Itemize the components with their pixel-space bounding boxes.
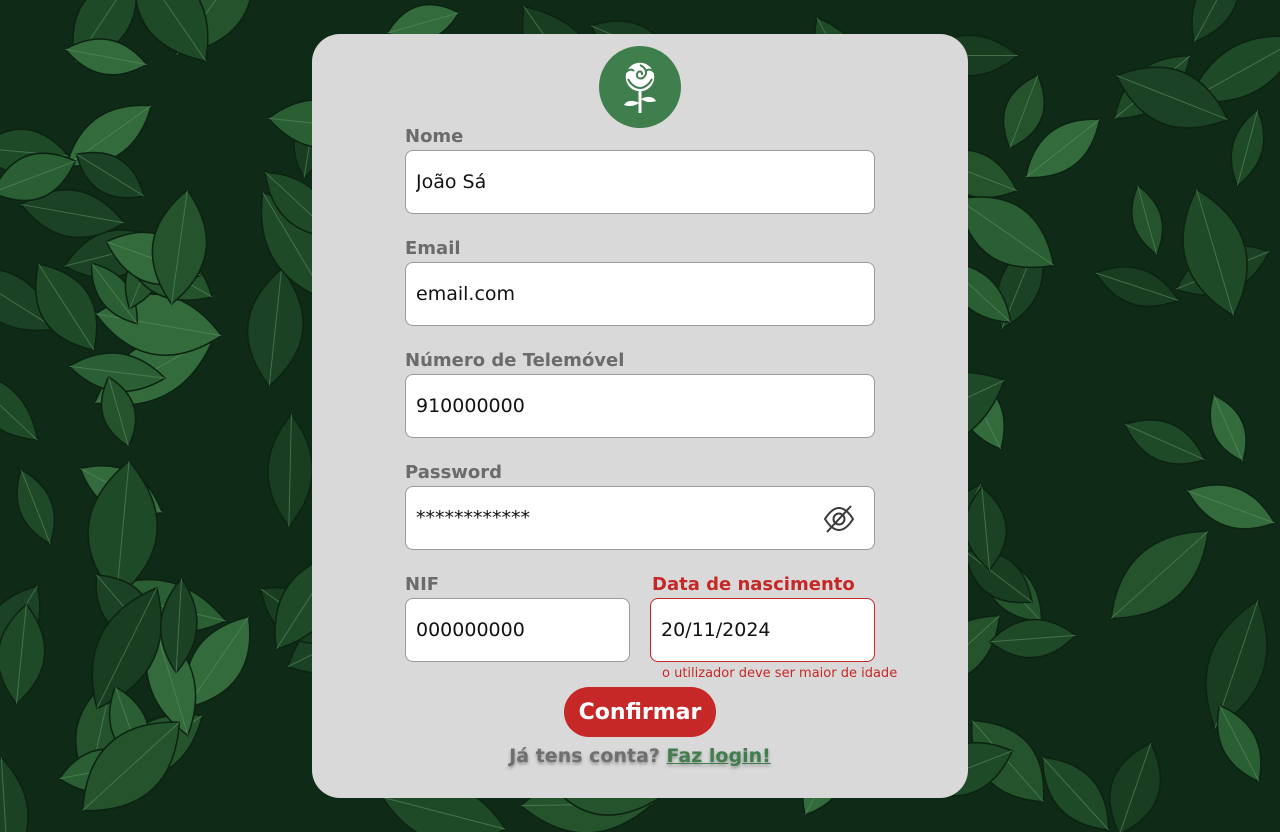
login-prompt: Já tens conta? Faz login! — [312, 745, 968, 767]
phone-label: Número de Telemóvel — [405, 350, 625, 371]
confirm-button[interactable]: Confirmar — [564, 687, 716, 737]
leaf — [1209, 393, 1247, 463]
leaf — [0, 756, 29, 832]
leaf — [1230, 108, 1265, 188]
leaf — [1131, 184, 1164, 256]
nif-label: NIF — [405, 574, 440, 595]
leaf — [1123, 419, 1206, 465]
email-input[interactable] — [416, 263, 864, 325]
phone-field[interactable] — [405, 374, 875, 438]
birthdate-error: o utilizador deve ser maior de idade — [662, 666, 898, 681]
birthdate-field[interactable] — [650, 598, 875, 662]
name-input[interactable] — [416, 151, 864, 213]
leaf — [267, 412, 314, 529]
name-field[interactable] — [405, 150, 875, 214]
leaf — [1094, 266, 1180, 308]
password-label: Password — [405, 462, 503, 483]
rose-icon — [624, 61, 656, 113]
signup-card: Nome Email Número de Telemóvel Password … — [312, 34, 968, 798]
birthdate-input[interactable] — [661, 599, 864, 661]
login-link[interactable]: Faz login! — [667, 745, 771, 767]
birthdate-label: Data de nascimento — [652, 574, 855, 595]
name-label: Nome — [405, 126, 464, 147]
password-input[interactable] — [416, 487, 796, 549]
login-question: Já tens conta? — [509, 745, 660, 767]
leaf — [16, 468, 56, 545]
email-label: Email — [405, 238, 461, 259]
email-field[interactable] — [405, 262, 875, 326]
nif-field[interactable] — [405, 598, 630, 662]
phone-input[interactable] — [416, 375, 864, 437]
leaf — [1110, 530, 1210, 620]
eye-slash-icon[interactable] — [822, 502, 856, 536]
leaf — [988, 618, 1077, 659]
leaf — [0, 369, 39, 442]
nif-input[interactable] — [416, 599, 619, 661]
leaf — [1186, 484, 1276, 530]
logo — [599, 46, 681, 128]
password-field[interactable] — [405, 486, 875, 550]
